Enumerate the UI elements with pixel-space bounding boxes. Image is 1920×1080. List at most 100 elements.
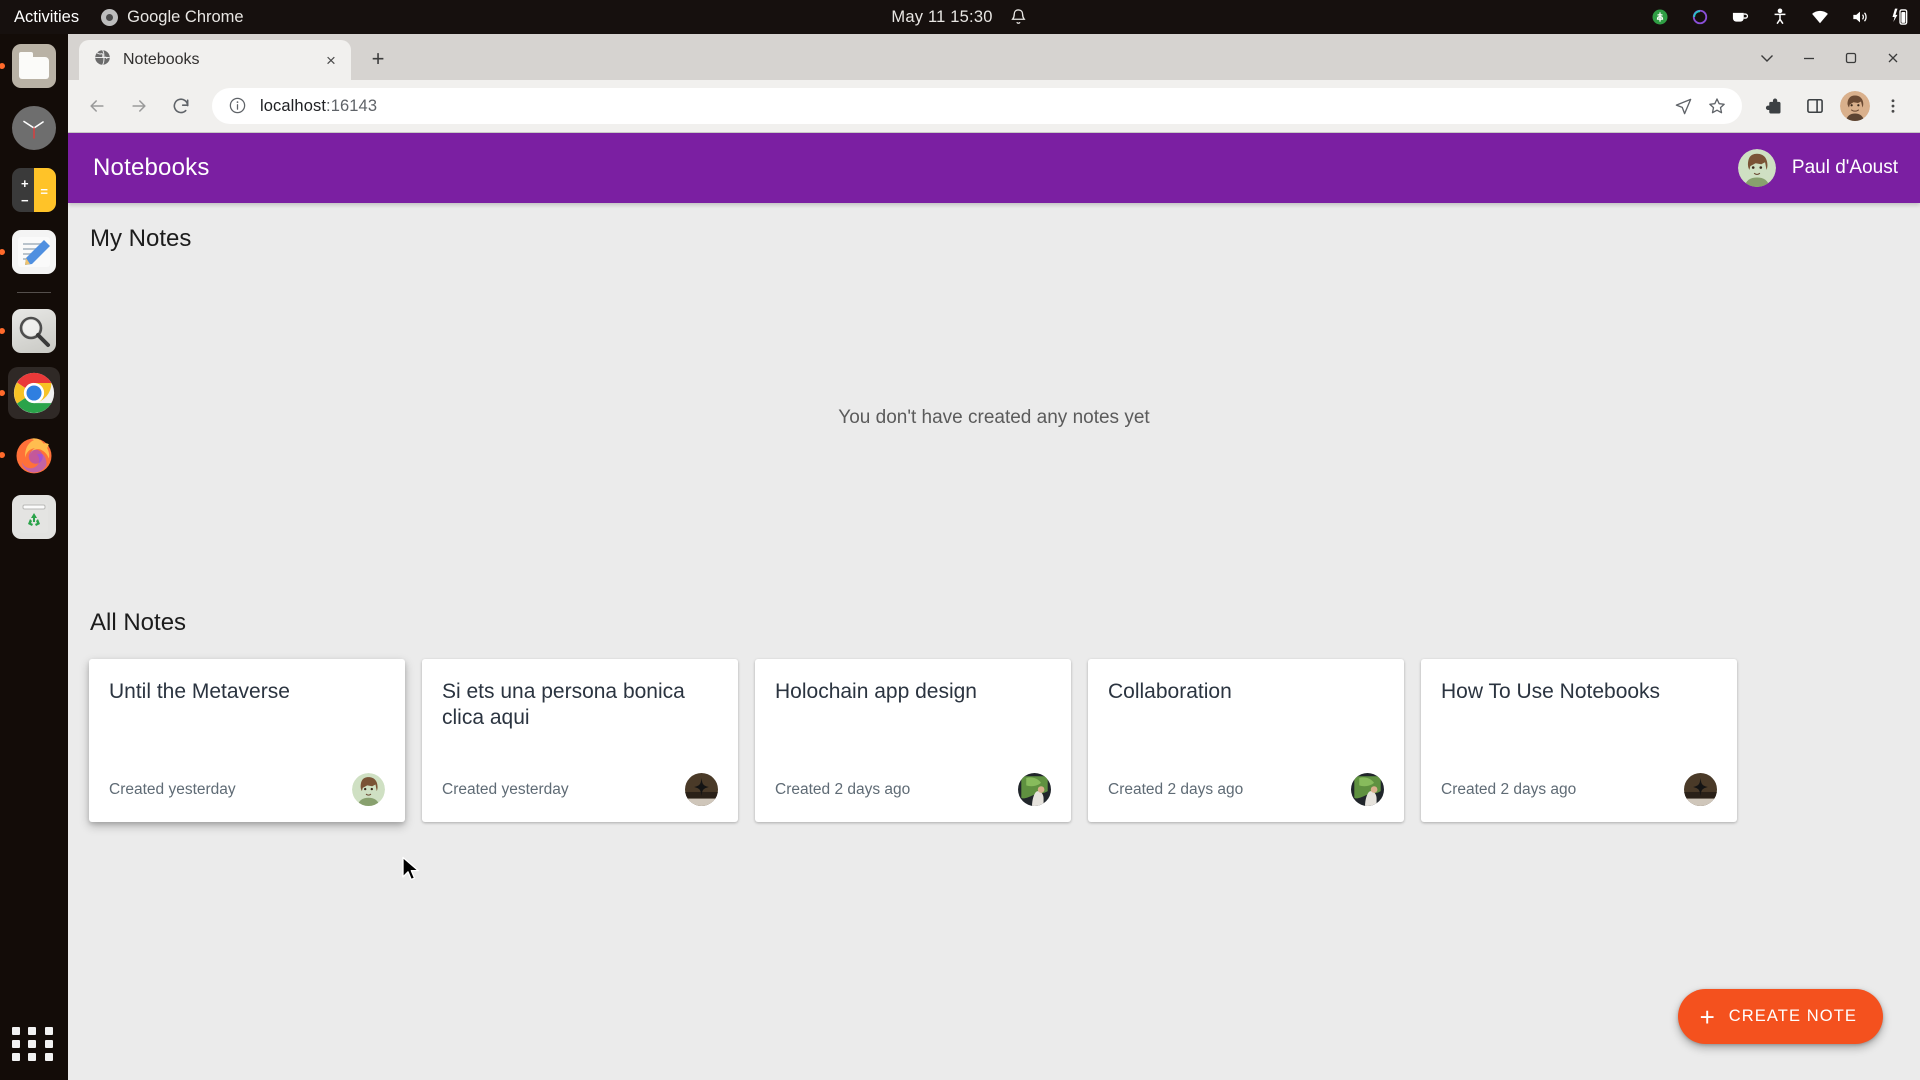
search-icon xyxy=(12,309,56,353)
my-notes-section: My Notes You don't have created any note… xyxy=(68,203,1920,583)
files-icon xyxy=(12,44,56,88)
app-grid-dot xyxy=(44,1040,53,1048)
note-title: Collaboration xyxy=(1108,680,1232,703)
all-notes-heading: All Notes xyxy=(90,609,187,636)
dock-separator xyxy=(17,292,51,293)
browser-toolbar: localhost:16143 xyxy=(68,80,1920,132)
chrome-icon xyxy=(12,371,56,415)
system-tray[interactable] xyxy=(1650,7,1910,27)
note-footer: Created 2 days ago xyxy=(1108,773,1384,806)
note-card[interactable]: Si ets una persona bonica clica aqui Cre… xyxy=(422,659,738,822)
back-button[interactable] xyxy=(78,87,116,125)
app-grid-dot xyxy=(44,1053,53,1061)
notes-grid: Until the Metaverse Created yesterday Si… xyxy=(68,637,1920,822)
note-footer: Created yesterday xyxy=(109,773,385,806)
note-title: Until the Metaverse xyxy=(109,680,290,703)
app-grid-dot xyxy=(12,1040,20,1048)
battery-icon xyxy=(1890,7,1910,27)
sync-circle-icon xyxy=(1690,7,1710,27)
clock-menu[interactable]: May 11 15:30 xyxy=(891,7,1028,27)
trash-icon xyxy=(12,495,56,539)
note-footer: Created 2 days ago xyxy=(1441,773,1717,806)
active-app-label: Google Chrome xyxy=(127,7,244,26)
notifications-bell-icon xyxy=(1009,7,1029,27)
calculator-icon: + − = xyxy=(12,168,56,212)
dock-item-files[interactable] xyxy=(8,40,60,92)
note-author-avatar xyxy=(1351,773,1384,806)
forward-button[interactable] xyxy=(120,87,158,125)
dock-item-trash[interactable] xyxy=(8,491,60,543)
user-avatar xyxy=(1737,149,1776,187)
window-controls xyxy=(1748,42,1912,74)
extensions-icon[interactable] xyxy=(1754,87,1792,125)
create-note-label: CREATE NOTE xyxy=(1728,1007,1857,1025)
app-grid-dot xyxy=(12,1027,20,1035)
chrome-window: Notebooks × + localhost:16143 Notebooks … xyxy=(68,34,1920,1080)
address-bar[interactable]: localhost:16143 xyxy=(212,88,1742,124)
note-title: Si ets una persona bonica clica aqui xyxy=(442,680,685,729)
note-author-avatar xyxy=(1684,773,1717,806)
maximize-button[interactable] xyxy=(1832,42,1870,74)
tab-close-button[interactable]: × xyxy=(319,48,343,72)
url-port: :16143 xyxy=(326,96,378,115)
dock-item-firefox[interactable] xyxy=(8,429,60,481)
accessibility-icon xyxy=(1770,7,1790,27)
minimize-button[interactable] xyxy=(1790,42,1828,74)
webpage-content: Notebooks Paul d'Aoust My Notes You don'… xyxy=(68,133,1920,1080)
wifi-icon xyxy=(1810,7,1830,27)
note-date: Created yesterday xyxy=(109,780,236,798)
app-title: Notebooks xyxy=(93,154,210,181)
note-card[interactable]: Until the Metaverse Created yesterday xyxy=(89,659,405,822)
my-notes-heading: My Notes xyxy=(90,225,192,252)
dock-item-clock[interactable] xyxy=(8,102,60,154)
close-button[interactable] xyxy=(1874,42,1912,74)
chrome-app-icon xyxy=(101,8,119,26)
tab-favicon-globe-icon xyxy=(93,48,112,72)
dock-item-calculator[interactable]: + − = xyxy=(8,164,60,216)
note-footer: Created yesterday xyxy=(442,773,718,806)
note-card[interactable]: How To Use Notebooks Created 2 days ago xyxy=(1421,659,1737,822)
empty-state-message: You don't have created any notes yet xyxy=(838,407,1150,428)
note-author-avatar xyxy=(1018,773,1051,806)
tab-strip: Notebooks × + xyxy=(68,34,1920,80)
url-text: localhost:16143 xyxy=(260,97,1666,116)
all-notes-section: All Notes Until the Metaverse Created ye… xyxy=(68,583,1920,822)
note-date: Created 2 days ago xyxy=(1108,780,1244,798)
app-grid-dot xyxy=(12,1053,20,1061)
note-title: How To Use Notebooks xyxy=(1441,680,1661,703)
app-grid-dot xyxy=(44,1027,53,1035)
side-panel-icon[interactable] xyxy=(1796,87,1834,125)
firefox-icon xyxy=(12,433,56,477)
create-note-button[interactable]: + CREATE NOTE xyxy=(1677,989,1883,1044)
network-shield-icon xyxy=(1650,7,1670,27)
note-card[interactable]: Collaboration Created 2 days ago xyxy=(1088,659,1404,822)
app-grid-dot xyxy=(28,1027,37,1035)
note-author-avatar xyxy=(685,773,718,806)
new-tab-button[interactable]: + xyxy=(361,42,395,76)
clock-icon xyxy=(12,106,56,150)
browser-tab[interactable]: Notebooks × xyxy=(79,40,351,80)
user-chip[interactable]: Paul d'Aoust xyxy=(1737,149,1898,187)
app-grid-dot xyxy=(28,1040,37,1048)
gnome-top-bar: Activities Google Chrome May 11 15:30 xyxy=(0,0,1920,34)
dock-item-search[interactable] xyxy=(8,305,60,357)
dock-item-text-editor[interactable] xyxy=(8,226,60,278)
dock-item-google-chrome[interactable] xyxy=(8,367,60,419)
reload-button[interactable] xyxy=(162,87,200,125)
text-editor-icon xyxy=(12,230,56,274)
tab-title: Notebooks xyxy=(123,51,200,68)
share-icon[interactable] xyxy=(1666,89,1700,123)
active-app-menu[interactable]: Google Chrome xyxy=(91,8,253,27)
user-name: Paul d'Aoust xyxy=(1791,157,1898,178)
note-card[interactable]: Holochain app design Created 2 days ago xyxy=(755,659,1071,822)
activities-button[interactable]: Activities xyxy=(0,8,91,27)
show-applications-button[interactable] xyxy=(12,1022,56,1066)
profile-avatar[interactable] xyxy=(1840,91,1870,121)
bookmark-star-icon[interactable] xyxy=(1700,89,1734,123)
gnome-dock: + − = xyxy=(0,34,68,1080)
tab-search-button[interactable] xyxy=(1748,42,1786,74)
site-info-icon[interactable] xyxy=(228,96,248,116)
app-header: Notebooks Paul d'Aoust xyxy=(68,133,1920,203)
chrome-menu-button[interactable] xyxy=(1876,87,1910,125)
note-footer: Created 2 days ago xyxy=(775,773,1051,806)
